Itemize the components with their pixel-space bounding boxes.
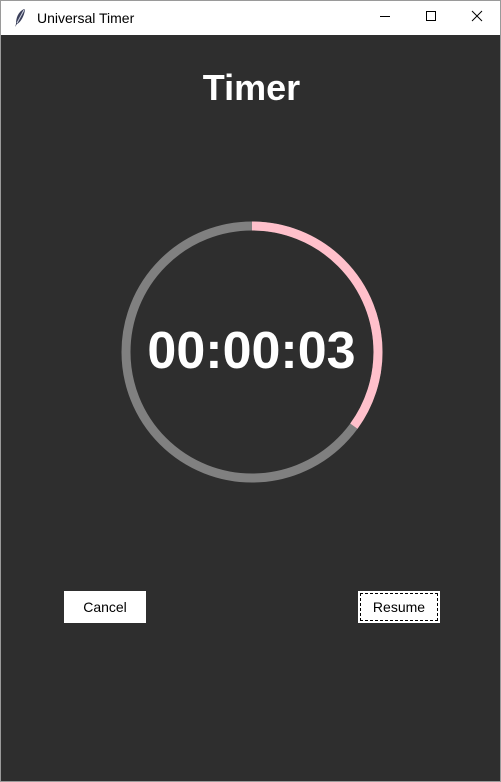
time-display: 00:00:03 <box>147 322 356 380</box>
close-icon <box>471 9 483 27</box>
window-title: Universal Timer <box>37 10 135 26</box>
cancel-button-label: Cancel <box>83 599 127 615</box>
app-window: Universal Timer Timer 00:00:03 Cancel Re… <box>0 0 501 782</box>
minimize-icon <box>379 9 391 27</box>
window-controls <box>362 1 500 35</box>
maximize-icon <box>425 9 437 27</box>
maximize-button[interactable] <box>408 1 454 35</box>
cancel-button[interactable]: Cancel <box>64 591 146 623</box>
resume-button-label: Resume <box>372 599 426 615</box>
close-button[interactable] <box>454 1 500 35</box>
page-title: Timer <box>202 67 301 108</box>
feather-icon <box>12 8 28 28</box>
resume-button[interactable]: Resume <box>358 591 440 623</box>
title-bar[interactable]: Universal Timer <box>1 1 500 35</box>
minimize-button[interactable] <box>362 1 408 35</box>
timer-panel: Timer 00:00:03 Cancel Resume <box>1 35 500 781</box>
